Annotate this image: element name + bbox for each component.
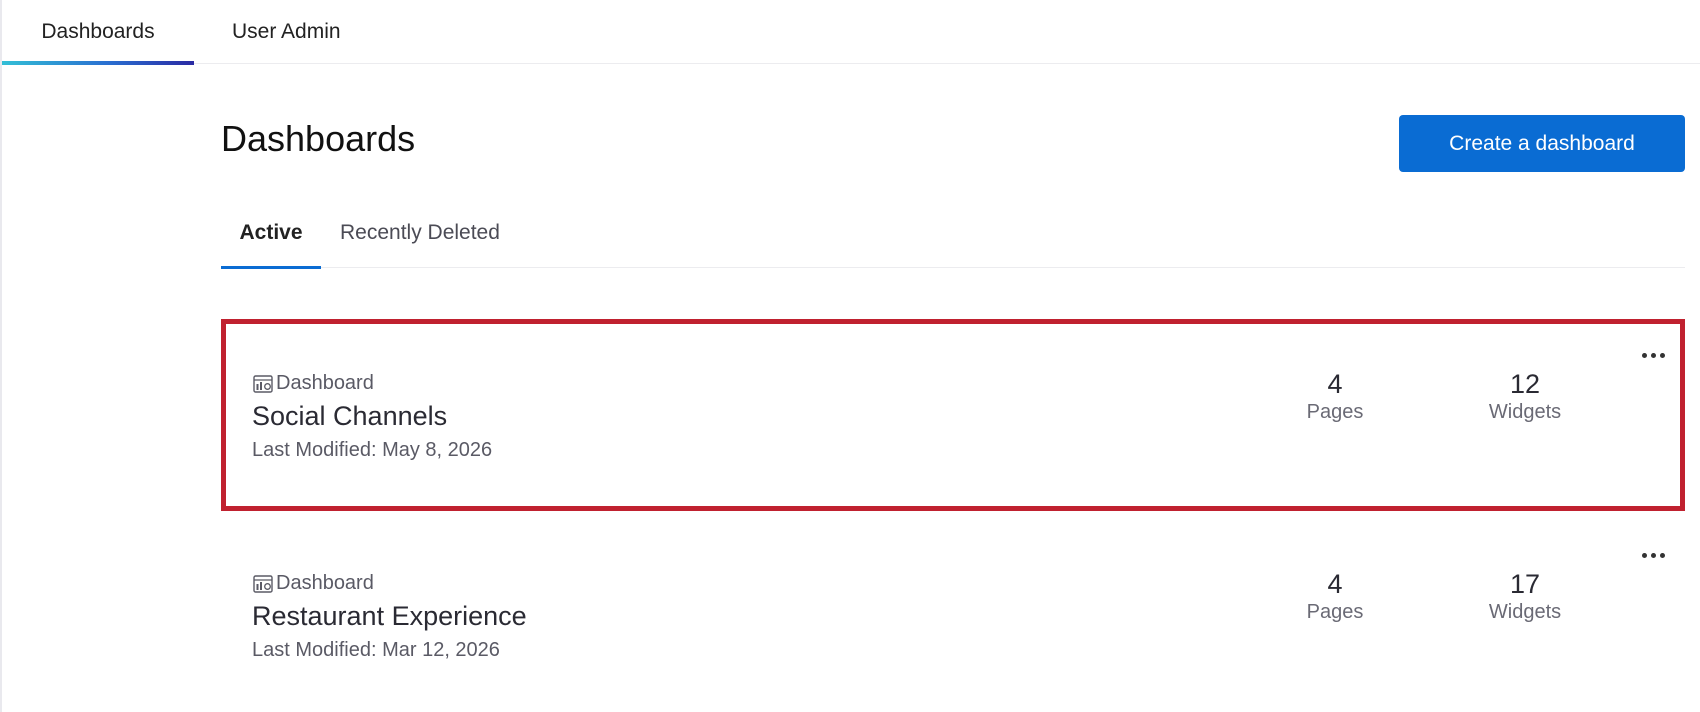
dot: [1650, 552, 1656, 558]
card-type-label: Dashboard: [276, 372, 374, 394]
card-type: Dashboard: [252, 572, 374, 595]
tab-label: Recently Deleted: [340, 221, 500, 244]
more-options-icon[interactable]: [1633, 343, 1673, 367]
more-options-icon[interactable]: [1633, 543, 1673, 567]
dot: [1659, 352, 1665, 358]
card-last-modified: Last Modified: Mar 12, 2026: [252, 639, 500, 661]
card-last-modified: Last Modified: May 8, 2026: [252, 439, 493, 461]
top-nav: Dashboards User Admin: [2, 0, 1700, 65]
widgets-label: Widgets: [1488, 601, 1562, 623]
pages-count: 4: [1327, 569, 1343, 599]
dashboard-icon: [252, 573, 274, 595]
topnav-tab-label: User Admin: [232, 20, 341, 43]
widgets-label: Widgets: [1488, 401, 1562, 423]
tab-recently-deleted[interactable]: Recently Deleted: [340, 198, 500, 268]
create-dashboard-button[interactable]: Create a dashboard: [1399, 115, 1685, 172]
dashboard-filter-tabs: Active Recently Deleted: [221, 198, 1685, 269]
dashboard-icon: [252, 373, 274, 395]
dashboard-card[interactable]: Dashboard Social Channels Last Modified:…: [221, 319, 1685, 511]
widgets-stat: 12 Widgets: [1465, 369, 1585, 425]
dot: [1641, 552, 1647, 558]
dashboard-card[interactable]: Dashboard Restaurant Experience Last Mod…: [221, 519, 1685, 711]
topnav-tab-dashboards[interactable]: Dashboards: [2, 0, 194, 65]
pages-stat: 4 Pages: [1275, 369, 1395, 425]
widgets-count: 17: [1509, 569, 1541, 599]
pages-label: Pages: [1306, 401, 1364, 423]
tab-active[interactable]: Active: [221, 198, 321, 269]
topnav-tab-label: Dashboards: [41, 20, 155, 43]
widgets-stat: 17 Widgets: [1465, 569, 1585, 625]
dot: [1659, 552, 1665, 558]
topnav-tab-user-admin[interactable]: User Admin: [212, 0, 372, 64]
pages-count: 4: [1327, 369, 1343, 399]
dot: [1650, 352, 1656, 358]
card-title[interactable]: Social Channels: [252, 401, 447, 432]
dot: [1641, 352, 1647, 358]
card-type: Dashboard: [252, 372, 374, 395]
tab-active-indicator: [221, 266, 321, 269]
page-title: Dashboards: [221, 118, 416, 159]
topnav-active-indicator: [2, 61, 194, 65]
widgets-count: 12: [1509, 369, 1541, 399]
tab-label: Active: [239, 221, 303, 244]
pages-stat: 4 Pages: [1275, 569, 1395, 625]
card-title[interactable]: Restaurant Experience: [252, 601, 527, 632]
app-root: Dashboards User Admin Dashboards Create …: [0, 0, 1700, 712]
card-type-label: Dashboard: [276, 572, 374, 594]
pages-label: Pages: [1306, 601, 1364, 623]
